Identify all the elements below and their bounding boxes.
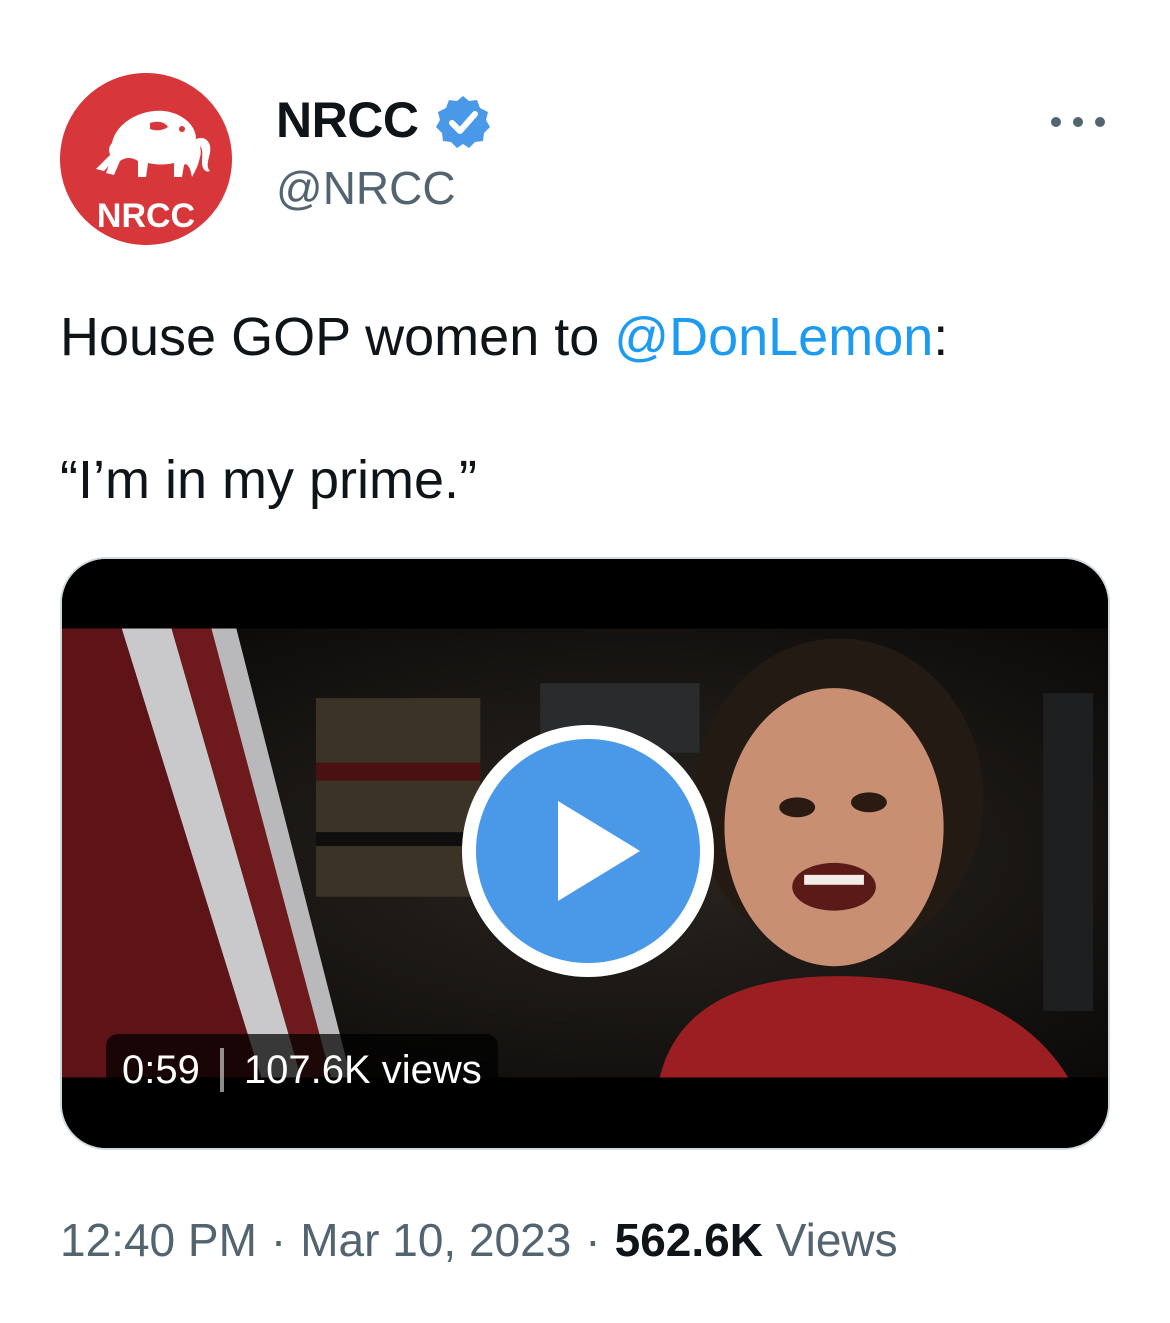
tweet-text-suffix: : <box>933 307 949 367</box>
meta-separator: · <box>270 1214 287 1266</box>
tweet-meta: 12:40 PM · Mar 10, 2023 · 562.6K Views <box>60 1210 898 1270</box>
avatar[interactable]: NRCC <box>60 73 232 245</box>
mention-link[interactable]: @DonLemon <box>614 307 933 367</box>
video-duration: 0:59 <box>122 1047 200 1092</box>
tweet-text: House GOP women to @DonLemon: <box>60 304 948 370</box>
video-views: 107.6K views <box>243 1047 482 1092</box>
view-count: 562.6K <box>614 1214 763 1266</box>
play-icon <box>558 801 640 901</box>
play-button[interactable] <box>462 725 714 977</box>
badge-divider <box>219 1048 224 1092</box>
view-label: Views <box>775 1214 898 1266</box>
video-player[interactable]: 0:59 107.6K views <box>60 557 1110 1150</box>
meta-separator: · <box>585 1214 601 1266</box>
tweet-date-link[interactable]: Mar 10, 2023 <box>300 1214 571 1266</box>
handle[interactable]: @NRCC <box>276 158 456 218</box>
display-name[interactable]: NRCC <box>276 88 419 152</box>
tweet-quote: “I’m in my prime.” <box>60 450 477 510</box>
more-horizontal-icon[interactable] <box>1046 104 1110 140</box>
tweet-text-prefix: House GOP women to <box>60 307 615 367</box>
video-info-badge: 0:59 107.6K views <box>106 1034 498 1106</box>
nrcc-elephant-logo: NRCC <box>60 73 232 245</box>
avatar-text: NRCC <box>97 197 195 235</box>
verified-badge-icon <box>434 93 492 151</box>
tweet-time-link[interactable]: 12:40 PM <box>60 1214 257 1266</box>
